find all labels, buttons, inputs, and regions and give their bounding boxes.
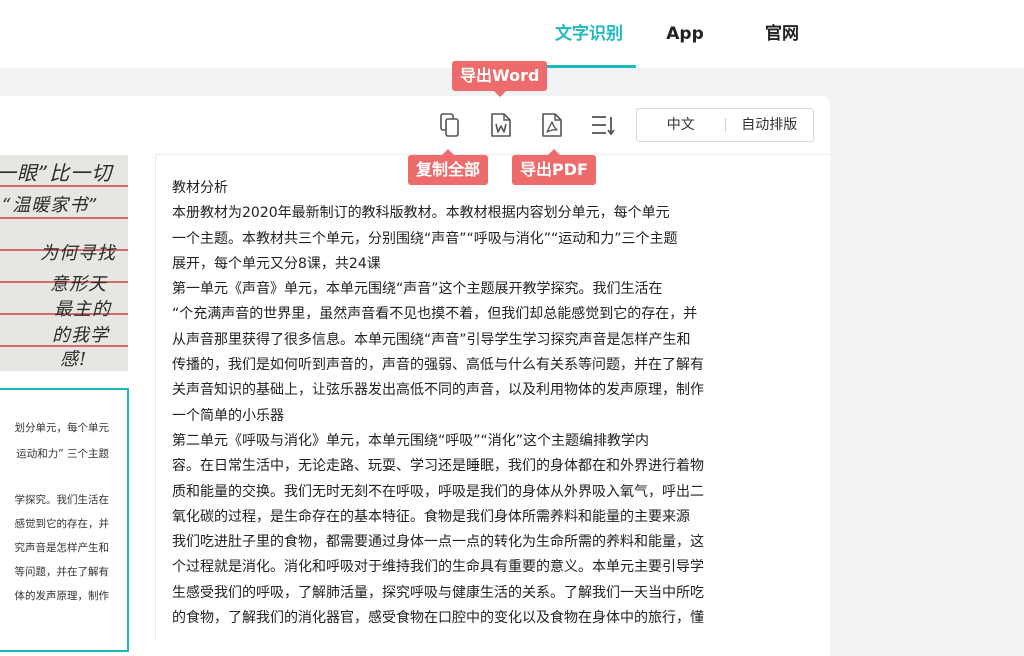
text-line: 个过程就是消化。消化和呼吸对于维持我们的生命具有重要的意义。本单元主要引导学 [172, 559, 704, 576]
text-line: 生感受我们的呼吸，了解肺活量，探究呼吸与健康生活的关系。了解我们一天当中所吃 [172, 584, 704, 601]
export-word-tooltip: 导出Word [452, 61, 548, 97]
handwriting-line: 的我学 [52, 325, 109, 346]
sort-lines-button[interactable] [589, 111, 617, 139]
word-doc-icon [491, 113, 511, 137]
text-line: 一个简单的小乐器 [172, 407, 284, 424]
preview-line: 体的发声原理，制作 [14, 590, 110, 602]
export-pdf-button[interactable] [539, 111, 565, 139]
active-tab-indicator [542, 65, 636, 68]
export-word-button[interactable] [488, 111, 514, 139]
handwriting-line: “温暖家书” [2, 195, 99, 216]
handwriting-line: 意形天 [50, 274, 107, 295]
document-preview[interactable]: 划分单元，每个单元 运动和力” 三个主题 学探究。我们生活在 感觉到它的存在，并… [0, 388, 129, 652]
language-layout-selector: 中文 自动排版 [636, 108, 814, 142]
text-line: 从声音那里获得了很多信息。本单元围绕“声音”引导学生学习探究声音是怎样产生和 [172, 331, 691, 348]
source-photo[interactable]: 一眼”比一切 “温暖家书” 为何寻找 意形天 最主的 的我学 感! [0, 155, 128, 371]
text-line: 我们吃进肚子里的食物，都需要通过身体一点一点的转化为生命所需的养料和能量，这 [172, 534, 704, 551]
panel-divider [155, 155, 156, 640]
copy-icon [440, 113, 459, 137]
handwriting-line: 为何寻找 [40, 243, 116, 264]
copy-all-button[interactable] [437, 111, 463, 139]
nav-tab-website[interactable]: 官网 [756, 22, 808, 46]
text-line: 关声音知识的基础上，让弦乐器发出高低不同的声音，以及利用物体的发声原理，制作 [172, 382, 704, 399]
text-line: 氧化碳的过程，是生命存在的基本特征。食物是我们身体所需养料和能量的主要来源 [172, 508, 690, 525]
preview-line: 划分单元，每个单元 [14, 422, 110, 434]
recognized-text[interactable]: 教材分析 本册教材为2020年最新制订的教科版教材。本教材根据内容划分单元，每个… [172, 176, 742, 631]
text-line: 传播的，我们是如何听到声音的，声音的强弱、高低与什么有关系等问题，并在了解有 [172, 357, 704, 374]
preview-line: 运动和力” 三个主题 [16, 448, 109, 460]
preview-line: 究声音是怎样产生和 [14, 542, 110, 554]
text-line: 一个主题。本教材共三个单元，分别围绕“声音”“呼吸与消化”“运动和力”三个主题 [172, 230, 678, 247]
handwriting-line: 最主的 [54, 299, 111, 320]
text-line: 本册教材为2020年最新制订的教科版教材。本教材根据内容划分单元，每个单元 [172, 205, 670, 222]
pdf-icon [542, 113, 562, 137]
preview-line: 感觉到它的存在，并 [14, 518, 110, 530]
toolbar-divider [155, 154, 830, 155]
preview-line: 等问题，并在了解有 [14, 566, 110, 578]
text-line: 的食物，了解我们的消化器官，感受食物在口腔中的变化以及食物在身体中的旅行，懂 [172, 610, 704, 627]
text-line: 容。在日常生活中，无论走路、玩耍、学习还是睡眠，我们的身体都在和外界进行着物 [172, 458, 704, 475]
text-line: 展开，每个单元又分8课，共24课 [172, 255, 381, 272]
nav-tab-ocr[interactable]: 文字识别 [548, 22, 630, 46]
preview-line: 学探究。我们生活在 [14, 494, 110, 506]
top-nav-bar: 文字识别 App 官网 [0, 0, 1024, 68]
ruled-line [0, 217, 128, 219]
handwriting-line: 一眼”比一切 [0, 161, 113, 185]
language-option[interactable]: 中文 [637, 109, 725, 141]
handwriting-line: 感! [60, 349, 88, 370]
text-line: 第二单元《呼吸与消化》单元，本单元围绕“呼吸”“消化”这个主题编排教学内 [172, 432, 650, 449]
text-line: “个充满声音的世界里，虽然声音看不见也摸不着，但我们却总能感觉到它的存在，并 [172, 306, 698, 323]
text-line: 教材分析 [172, 180, 228, 196]
nav-tab-app[interactable]: App [660, 22, 710, 46]
text-line: 质和能量的交换。我们无时无刻不在呼吸，呼吸是我们的身体从外界吸入氧气，呼出二 [172, 483, 704, 500]
auto-layout-option[interactable]: 自动排版 [726, 109, 814, 141]
sort-lines-icon [592, 116, 615, 136]
text-line: 第一单元《声音》单元，本单元围绕“声音”这个主题展开教学探究。我们生活在 [172, 281, 663, 298]
